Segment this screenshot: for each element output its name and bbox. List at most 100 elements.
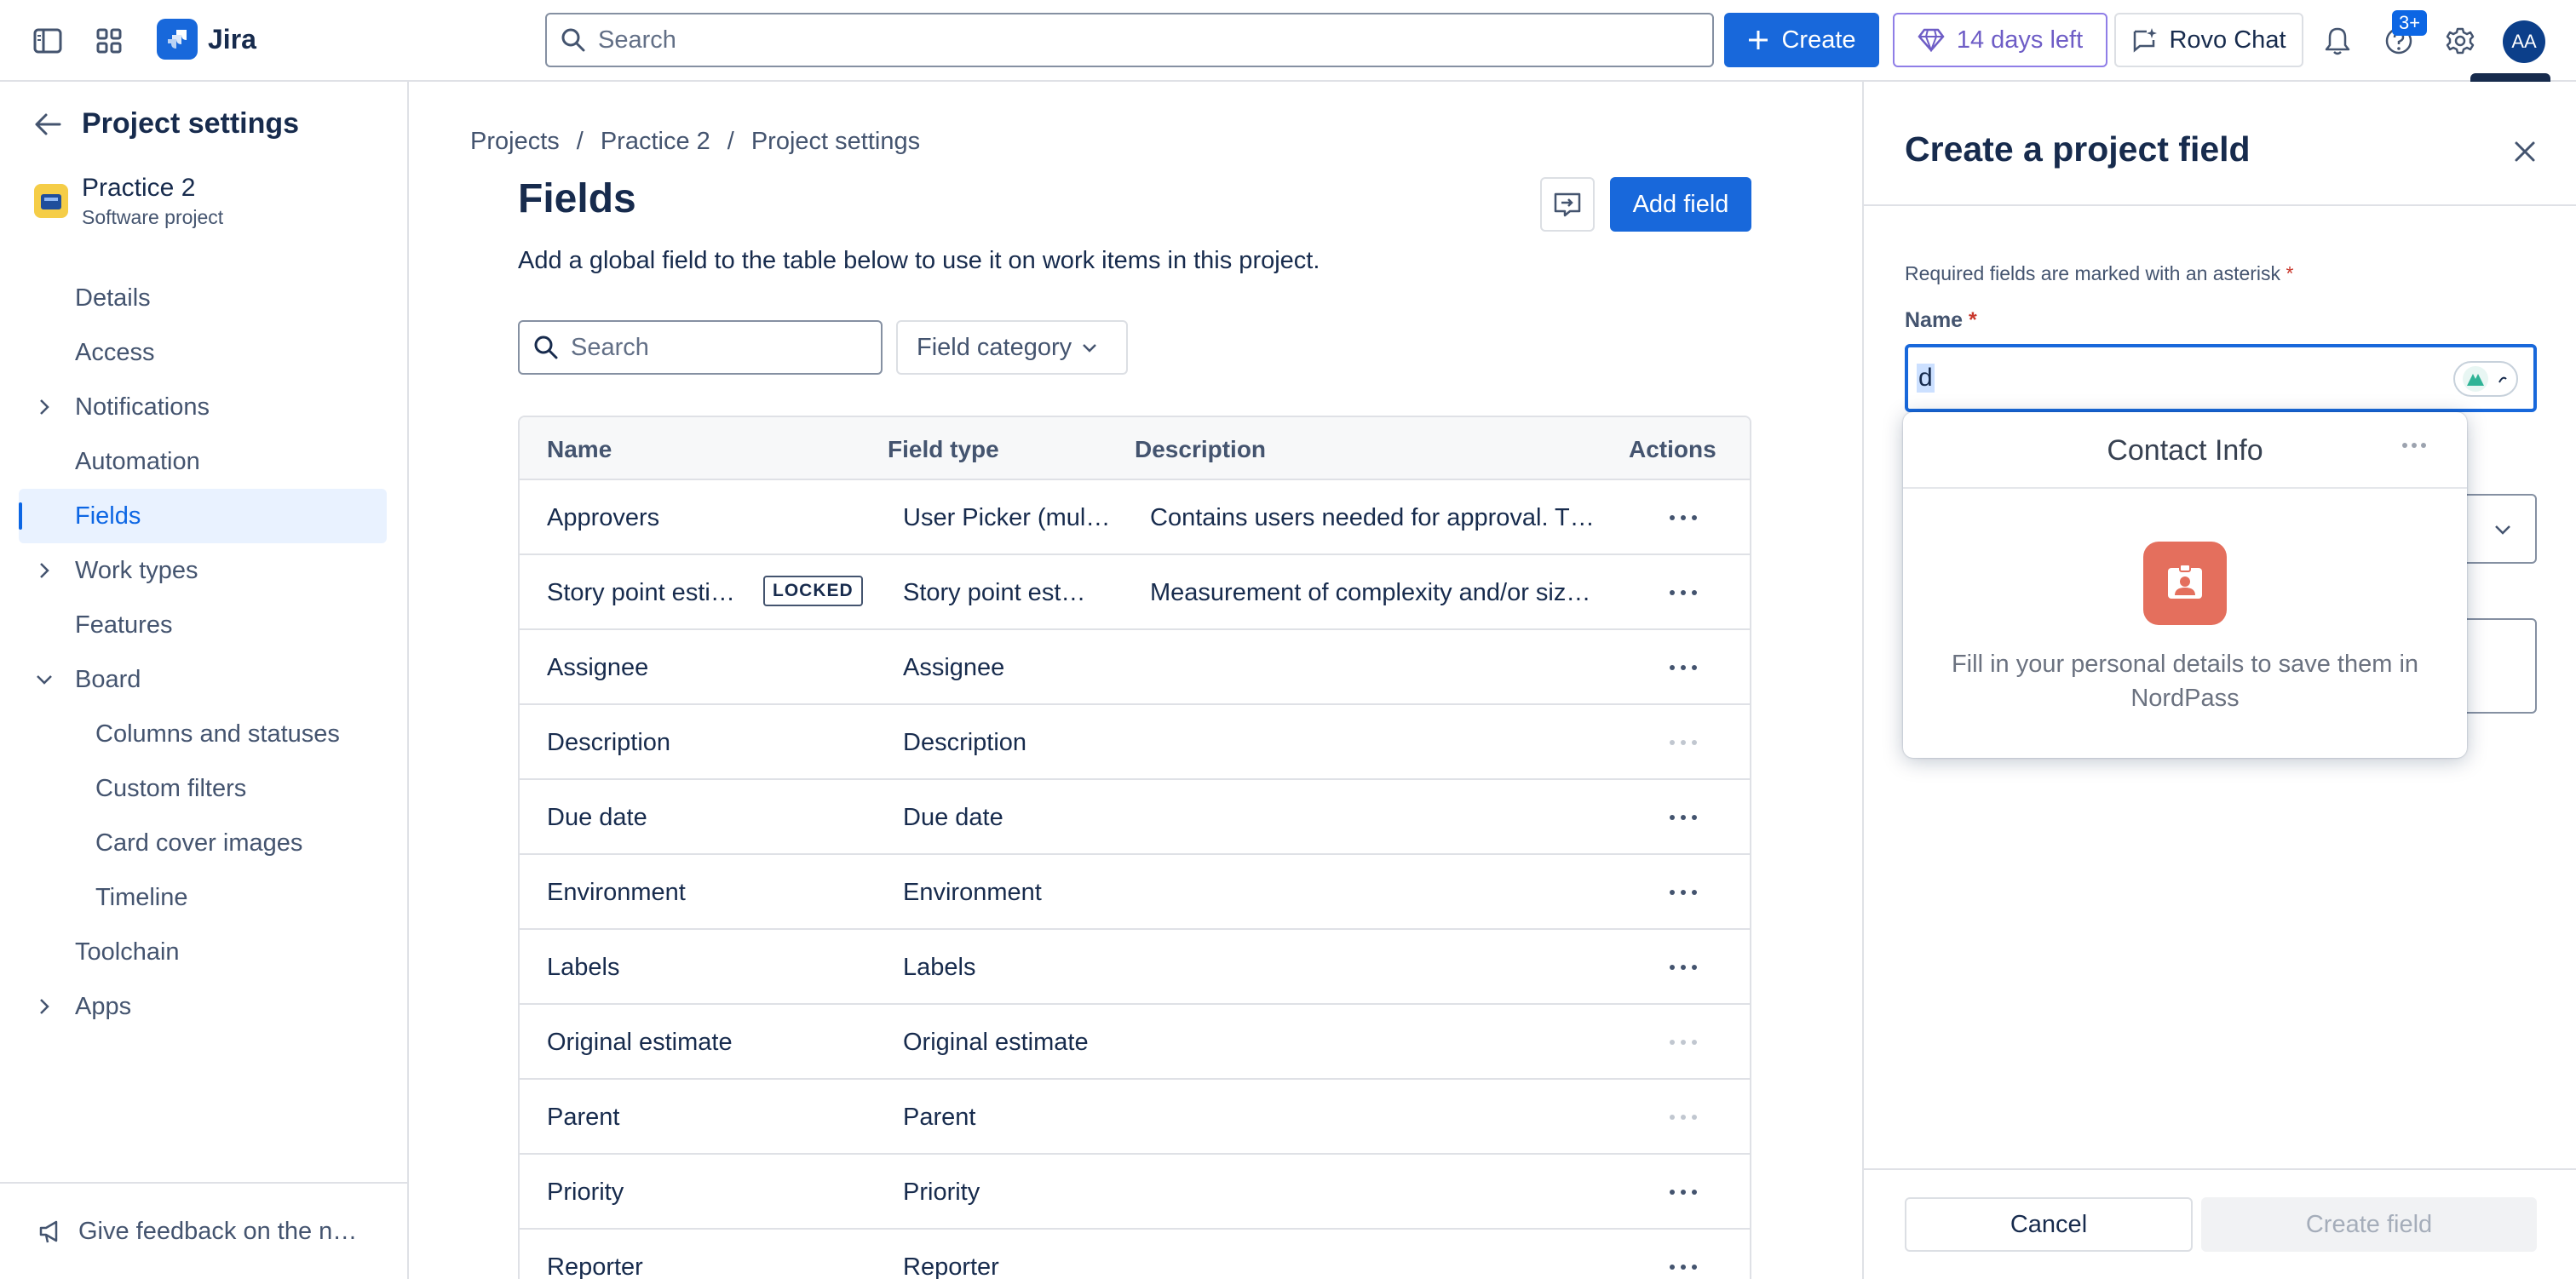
column-header-name[interactable]: Name xyxy=(547,436,612,463)
sidebar-item-card-cover-images[interactable]: Card cover images xyxy=(19,816,387,870)
sidebar-item-label: Columns and statuses xyxy=(95,720,340,748)
field-type: Description xyxy=(903,729,1027,756)
required-asterisk: * xyxy=(2286,262,2294,284)
chevron-right-icon[interactable] xyxy=(34,996,55,1017)
field-name: Labels xyxy=(547,954,620,981)
gem-icon xyxy=(1918,28,1945,52)
sidebar-item-toolchain[interactable]: Toolchain xyxy=(19,925,387,979)
give-feedback-link[interactable]: Give feedback on the new project setting… xyxy=(0,1182,407,1279)
breadcrumb-projects[interactable]: Projects xyxy=(470,128,560,156)
nordpass-autofill-icon[interactable] xyxy=(2453,361,2518,397)
project-name[interactable]: Practice 2 xyxy=(82,174,195,203)
sidebar-item-label: Details xyxy=(75,284,151,312)
cancel-button[interactable]: Cancel xyxy=(1905,1197,2193,1252)
more-actions-icon[interactable] xyxy=(1661,952,1705,983)
more-actions-icon xyxy=(1661,1102,1705,1133)
trial-button[interactable]: 14 days left xyxy=(1893,13,2107,67)
more-actions-icon[interactable] xyxy=(1661,1177,1705,1207)
rovo-chat-button[interactable]: Rovo Chat xyxy=(2114,13,2303,67)
give-feedback-label: Give feedback on the new project setting… xyxy=(78,1218,359,1245)
app-name[interactable]: Jira xyxy=(208,24,256,55)
sidebar-item-notifications[interactable]: Notifications xyxy=(19,380,387,434)
table-row: Description Description xyxy=(520,705,1750,780)
sidebar-item-label: Card cover images xyxy=(95,829,303,857)
more-options-icon[interactable] xyxy=(2402,443,2426,448)
sidebar-item-fields[interactable]: Fields xyxy=(19,489,387,543)
field-category-dropdown[interactable]: Field category xyxy=(896,320,1128,375)
more-actions-icon[interactable] xyxy=(1661,1252,1705,1279)
chevron-down-icon xyxy=(2495,525,2510,535)
field-name: Approvers xyxy=(547,504,660,531)
sidebar-item-custom-filters[interactable]: Custom filters xyxy=(19,761,387,816)
table-row: Story point estimate LOCKED Story point … xyxy=(520,555,1750,630)
more-actions-icon[interactable] xyxy=(1661,652,1705,683)
create-button[interactable]: Create xyxy=(1724,13,1879,67)
sidebar-item-apps[interactable]: Apps xyxy=(19,979,387,1034)
field-description: Contains users needed for approval. This… xyxy=(1150,504,1601,531)
global-search-input[interactable]: Search xyxy=(545,13,1714,67)
add-field-button[interactable]: Add field xyxy=(1610,177,1751,232)
table-row: Original estimate Original estimate xyxy=(520,1005,1750,1080)
field-type: Original estimate xyxy=(903,1029,1089,1056)
notifications-bell-icon[interactable] xyxy=(2317,20,2358,61)
sidebar-item-automation[interactable]: Automation xyxy=(19,434,387,489)
panel-divider xyxy=(1864,204,2576,206)
more-actions-icon[interactable] xyxy=(1661,802,1705,833)
megaphone-icon xyxy=(39,1220,58,1243)
name-input[interactable]: d xyxy=(1905,344,2537,412)
top-navigation: Jira Search Create 14 days left Rovo Cha… xyxy=(0,0,2576,82)
field-type: Labels xyxy=(903,954,976,981)
table-row: Due date Due date xyxy=(520,780,1750,855)
sidebar-item-features[interactable]: Features xyxy=(19,598,387,652)
sidebar-item-access[interactable]: Access xyxy=(19,325,387,380)
field-type: Priority xyxy=(903,1179,980,1206)
more-actions-icon[interactable] xyxy=(1661,877,1705,908)
page-title: Fields xyxy=(518,176,636,221)
sidebar-item-columns-and-statuses[interactable]: Columns and statuses xyxy=(19,707,387,761)
more-actions-icon[interactable] xyxy=(1661,502,1705,533)
chevron-right-icon[interactable] xyxy=(34,560,55,581)
breadcrumb-practice-2[interactable]: Practice 2 xyxy=(601,128,710,156)
table-row: Labels Labels xyxy=(520,930,1750,1005)
fields-search-input[interactable]: Search xyxy=(518,320,883,375)
breadcrumb-project-settings[interactable]: Project settings xyxy=(751,128,920,156)
jira-logo-icon[interactable] xyxy=(157,19,198,60)
sidebar-item-label: Timeline xyxy=(95,883,188,911)
settings-gear-icon[interactable] xyxy=(2440,20,2481,61)
nordpass-popup-header: Contact Info xyxy=(1903,412,2467,489)
page-description: Add a global field to the table below to… xyxy=(518,247,1320,274)
feedback-button[interactable] xyxy=(1540,177,1595,232)
field-type: Environment xyxy=(903,879,1042,906)
required-note-text: Required fields are marked with an aster… xyxy=(1905,262,2281,284)
field-type: Reporter xyxy=(903,1253,999,1279)
back-arrow-icon[interactable] xyxy=(31,107,65,141)
table-row: Parent Parent xyxy=(520,1080,1750,1155)
table-row: Reporter Reporter xyxy=(520,1230,1750,1279)
chevron-right-icon[interactable] xyxy=(34,397,55,417)
user-avatar[interactable]: AA xyxy=(2503,20,2545,63)
main-content: Projects / Practice 2 / Project settings… xyxy=(409,82,1862,1279)
create-field-button[interactable]: Create field xyxy=(2201,1197,2537,1252)
more-actions-icon[interactable] xyxy=(1661,577,1705,608)
field-name: Parent xyxy=(547,1104,620,1131)
app-switcher-icon[interactable] xyxy=(89,20,129,61)
sidebar-title: Project settings xyxy=(82,107,300,140)
sidebar-item-board[interactable]: Board xyxy=(19,652,387,707)
search-icon xyxy=(561,28,585,52)
sidebar-item-work-types[interactable]: Work types xyxy=(19,543,387,598)
notifications-count-badge: 3+ xyxy=(2392,10,2428,36)
chevron-down-icon[interactable] xyxy=(34,669,55,690)
column-header-field-type[interactable]: Field type xyxy=(888,436,999,463)
sidebar-item-timeline[interactable]: Timeline xyxy=(19,870,387,925)
name-label-text: Name xyxy=(1905,308,1964,332)
search-icon xyxy=(534,336,558,359)
field-name: Original estimate xyxy=(547,1029,733,1056)
sidebar-item-label: Work types xyxy=(75,556,198,584)
nordpass-popup: Contact Info Fill in your personal detai… xyxy=(1903,412,2467,758)
sidebar-toggle-icon[interactable] xyxy=(27,20,68,61)
plus-icon xyxy=(1749,31,1768,49)
close-icon[interactable] xyxy=(2508,135,2542,169)
project-avatar-icon xyxy=(34,184,68,218)
name-field-label: Name * xyxy=(1905,308,1977,333)
sidebar-item-details[interactable]: Details xyxy=(19,271,387,325)
